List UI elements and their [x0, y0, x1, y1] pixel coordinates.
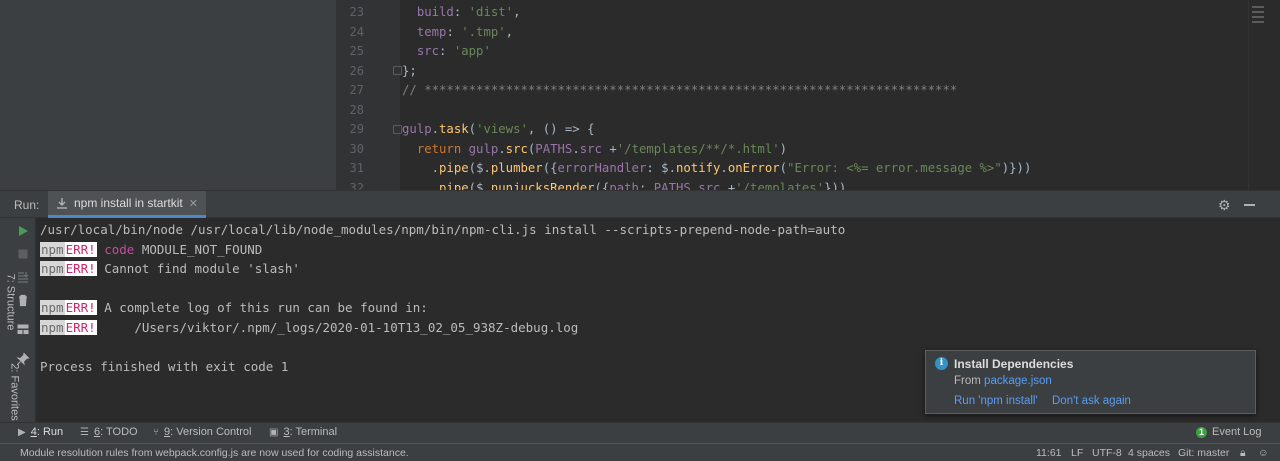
scroll-mark [1252, 21, 1264, 23]
run-label: Run: [14, 198, 40, 212]
indent-setting[interactable]: 4 spaces [1128, 447, 1170, 459]
console-line: npm ERR! code MODULE_NOT_FOUND [40, 241, 263, 257]
run-npm-install-link[interactable]: Run 'npm install' [954, 395, 1038, 407]
line-number: 25 [349, 44, 364, 58]
scroll-mark [1252, 16, 1264, 18]
run-sidebar: 7: Structure 2: Favorites [0, 218, 36, 423]
line-number: 24 [349, 24, 364, 39]
tool-window-bar: ▶ 4: Run ☰ 6: TODO ⑂ 9: Version Control … [0, 422, 1280, 443]
git-branch[interactable]: Git: master [1178, 447, 1229, 459]
code-editor[interactable]: 23 24 25 26 27 28 29 30 31 32 build: 'di… [0, 0, 1280, 195]
line-number: 30 [349, 141, 364, 156]
scroll-to-end-icon[interactable] [16, 270, 30, 284]
terminal-icon: ▣ [269, 426, 279, 438]
dont-ask-again-link[interactable]: Don't ask again [1052, 395, 1131, 407]
fold-marker-icon[interactable] [393, 125, 402, 134]
favorites-tool-label[interactable]: 2: Favorites [9, 363, 21, 420]
line-number: 31 [349, 161, 364, 175]
run-tab-label: npm install in startkit [74, 196, 183, 210]
code-line: build: 'dist', [416, 5, 521, 19]
notification-title: Install Dependencies [954, 357, 1074, 371]
run-tab[interactable]: npm install in startkit ✕ [48, 191, 206, 218]
code-line: gulp.task('views', () => { [402, 122, 595, 136]
inspector-icon[interactable]: ☺︎ [1258, 447, 1269, 459]
code-line: return gulp.src(PATHS.src +'/templates/*… [416, 141, 788, 156]
lock-icon[interactable]: 🔒︎ [1240, 447, 1246, 460]
todo-tool-button[interactable]: ☰ 6: TODO [80, 426, 138, 438]
terminal-tool-button[interactable]: ▣ 3: Terminal [269, 426, 337, 438]
install-dependencies-notification: i Install Dependencies From package.json… [925, 350, 1256, 414]
code-line: }; [402, 63, 417, 78]
line-number: 28 [349, 102, 364, 117]
line-number: 29 [349, 122, 364, 136]
line-number: 23 [349, 5, 364, 19]
editor-right-strip [1248, 0, 1280, 190]
caret-position[interactable]: 11:61 [1036, 447, 1062, 459]
info-icon: i [935, 357, 948, 370]
run-tool-button[interactable]: ▶ 4: Run [18, 426, 63, 438]
file-encoding[interactable]: UTF-8 [1092, 447, 1122, 459]
rerun-icon[interactable] [16, 224, 30, 238]
package-json-link[interactable]: package.json [984, 375, 1052, 387]
code-line: .pipe($.plumber({errorHandler: $.notify.… [402, 161, 1032, 175]
event-log-icon: 1 [1196, 426, 1207, 438]
branch-icon: ⑂ [153, 426, 159, 438]
hide-icon[interactable] [1244, 204, 1255, 206]
version-control-tool-button[interactable]: ⑂ 9: Version Control [153, 426, 251, 438]
gear-icon[interactable]: ⚙ [1218, 197, 1231, 214]
project-pane [0, 0, 336, 190]
console-command: /usr/local/bin/node /usr/local/lib/node_… [40, 222, 846, 237]
trash-icon[interactable] [16, 293, 30, 307]
code-line: src: 'app' [416, 44, 491, 58]
run-header: Run: npm install in startkit ✕ ⚙ [0, 191, 1280, 218]
scroll-mark [1252, 6, 1264, 8]
code-line: temp: '.tmp', [416, 24, 514, 39]
line-number: 27 [349, 83, 364, 97]
fold-marker-icon[interactable] [393, 66, 402, 75]
layout-icon[interactable] [16, 322, 30, 336]
play-icon: ▶ [18, 426, 26, 438]
line-separator[interactable]: LF [1071, 447, 1083, 459]
console-line-empty [40, 279, 1240, 299]
scroll-mark [1252, 11, 1264, 13]
download-icon [57, 198, 67, 209]
code-comment: // *************************************… [402, 83, 958, 97]
structure-tool-label[interactable]: 7: Structure [4, 274, 16, 331]
console-line: npm ERR! /Users/viktor/.npm/_logs/2020-01… [40, 319, 579, 335]
status-bar: Module resolution rules from webpack.con… [0, 443, 1280, 461]
stop-icon[interactable] [16, 247, 30, 261]
console-line: npm ERR! A complete log of this run can b… [40, 300, 428, 316]
event-log-tool-button[interactable]: 1 Event Log [1196, 426, 1262, 438]
close-icon[interactable]: ✕ [189, 197, 198, 210]
status-message[interactable]: Module resolution rules from webpack.con… [20, 447, 409, 459]
line-number: 26 [349, 63, 364, 78]
list-icon: ☰ [80, 426, 89, 438]
notification-body: From package.json [954, 375, 1052, 387]
console-line: npm ERR! Cannot find module 'slash' [40, 261, 300, 277]
